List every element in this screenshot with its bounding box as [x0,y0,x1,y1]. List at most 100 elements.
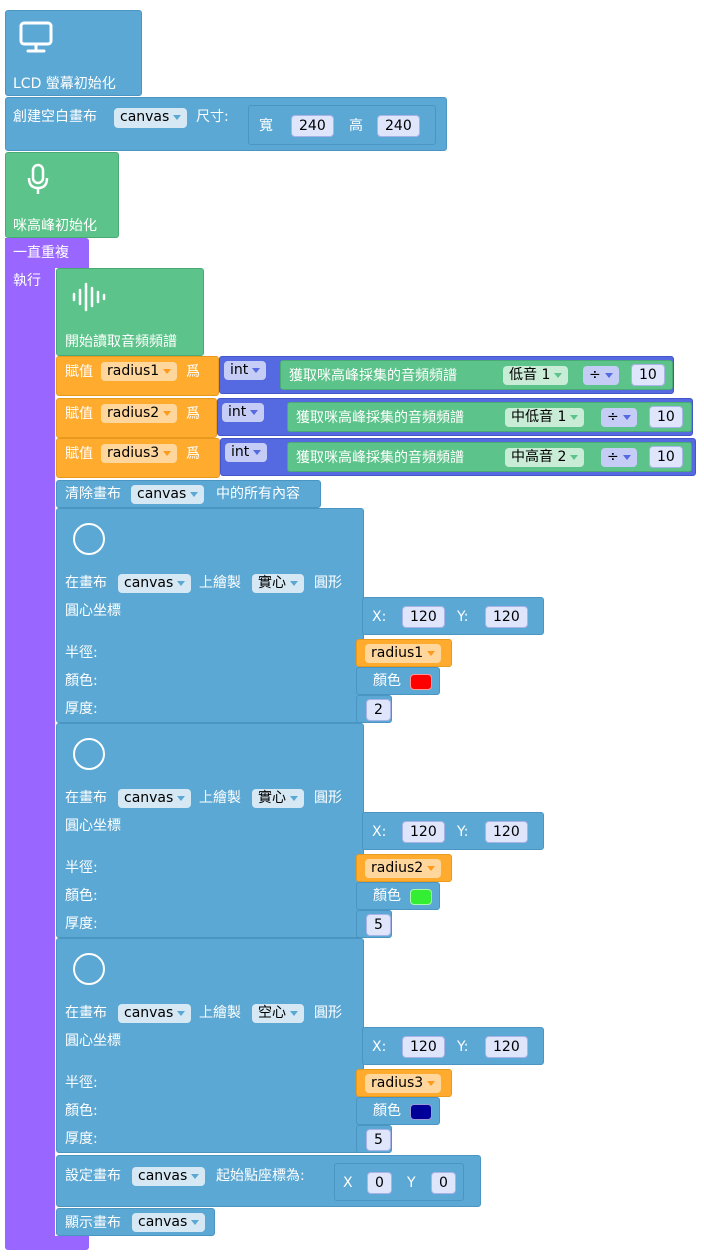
spectrum-func-block[interactable]: 獲取咪高峰採集的音頻頻譜 中低音 1 ÷ 10 [287,402,692,432]
radius-variable-value: radius1 [371,645,424,661]
int-type-dropdown[interactable]: int [222,403,265,422]
center-coord-block[interactable]: X: 120 Y: 120 [362,1027,544,1065]
assign-block[interactable]: 賦值 radius3 爲 [56,438,220,478]
divisor-input[interactable]: 10 [649,446,683,468]
color-word: 顏色 [373,673,401,689]
fill-mode-dropdown[interactable]: 實心 [252,574,304,593]
color-word: 顏色 [373,1103,401,1119]
assign-variable-value: radius3 [107,445,160,461]
width-input[interactable]: 240 [291,115,334,137]
spectrum-func-block[interactable]: 獲取咪高峰採集的音頻頻譜 中高音 2 ÷ 10 [287,442,692,472]
draw-circle-canvas-dropdown[interactable]: canvas [118,574,192,593]
int-type-dropdown[interactable]: int [224,361,267,380]
color-block[interactable]: 顏色 [356,1097,440,1125]
draw-circle-canvas-dropdown[interactable]: canvas [118,789,192,808]
center-x-input[interactable]: 120 [402,821,445,843]
thickness-label: 厚度: [65,1131,98,1147]
thickness-block[interactable]: 2 [356,695,392,723]
set-origin-block[interactable]: 設定畫布 canvas 起始點座標為: X 0 Y 0 [56,1155,481,1207]
microphone-icon [27,163,49,194]
color-block[interactable]: 顏色 [356,882,440,910]
divisor-input[interactable]: 10 [649,406,683,428]
create-canvas-block[interactable]: 創建空白畫布 canvas 尺寸: 寬 240 高 240 [5,97,447,151]
set-origin-canvas-value: canvas [138,1168,188,1184]
width-label: 寬 [259,118,273,134]
lcd-init-block[interactable]: LCD 螢幕初始化 [5,10,142,96]
divisor-input[interactable]: 10 [631,364,665,386]
center-y-label: Y: [457,824,469,840]
show-canvas-block[interactable]: 顯示畫布 canvas [56,1208,215,1236]
assign-as-label: 爲 [186,446,200,462]
center-coord-block[interactable]: X: 120 Y: 120 [362,812,544,850]
thickness-block[interactable]: 5 [356,1125,392,1153]
band-dropdown[interactable]: 中高音 2 [505,448,585,467]
lcd-init-label: LCD 螢幕初始化 [13,76,116,92]
center-x-label: X: [372,824,387,840]
fill-mode-dropdown[interactable]: 空心 [252,1004,304,1023]
clear-canvas-dropdown[interactable]: canvas [131,485,205,504]
assign-prefix: 賦值 [65,364,93,380]
center-y-input[interactable]: 120 [485,606,528,628]
center-coord-block[interactable]: X: 120 Y: 120 [362,597,544,635]
set-origin-canvas-dropdown[interactable]: canvas [132,1167,206,1186]
canvas-dropdown[interactable]: canvas [114,108,188,128]
band-dropdown[interactable]: 中低音 1 [505,408,585,427]
color-block[interactable]: 顏色 [356,667,440,695]
draw-circle-block[interactable]: 在畫布 canvas 上繪製 空心 圓形 圓心坐標 半徑: 顏色: 厚度: [56,938,364,1153]
radius-variable-dropdown[interactable]: radius1 [365,644,442,663]
origin-x-input[interactable]: 0 [367,1172,392,1194]
mic-init-block[interactable]: 咪高峰初始化 [5,152,119,238]
assign-variable-dropdown[interactable]: radius3 [101,444,178,463]
mic-init-label: 咪高峰初始化 [13,218,97,234]
assign-block[interactable]: 賦值 radius2 爲 [56,398,217,438]
clear-canvas-block[interactable]: 清除畫布 canvas 中的所有內容 [56,480,321,508]
origin-y-input[interactable]: 0 [431,1172,456,1194]
start-read-label: 開始讀取音頻頻譜 [65,334,177,350]
clear-canvas-dropdown-value: canvas [137,486,187,502]
draw-circle-block[interactable]: 在畫布 canvas 上繪製 實心 圓形 圓心坐標 半徑: 顏色: 厚度: [56,723,364,938]
thickness-input[interactable]: 2 [366,699,391,721]
draw-circle-canvas-dropdown[interactable]: canvas [118,1004,192,1023]
center-x-input[interactable]: 120 [402,1036,445,1058]
radius-variable-dropdown[interactable]: radius3 [365,1074,442,1093]
radius-variable-block[interactable]: radius3 [356,1069,452,1097]
spectrum-func-block[interactable]: 獲取咪高峰採集的音頻頻譜 低音 1 ÷ 10 [280,360,673,390]
spectrum-func-label: 獲取咪高峰採集的音頻頻譜 [289,368,457,384]
start-read-block[interactable]: 開始讀取音頻頻譜 [56,268,204,356]
center-x-input[interactable]: 120 [402,606,445,628]
assign-variable-dropdown[interactable]: radius1 [101,362,178,381]
thickness-input[interactable]: 5 [366,1129,391,1151]
height-input[interactable]: 240 [377,115,420,137]
show-canvas-dropdown[interactable]: canvas [132,1213,206,1232]
center-y-input[interactable]: 120 [485,1036,528,1058]
thickness-block[interactable]: 5 [356,910,392,938]
size-value-block[interactable]: 寬 240 高 240 [248,105,436,145]
forever-loop-foot [5,1236,89,1250]
center-label: 圓心坐標 [65,603,121,619]
draw-circle-block[interactable]: 在畫布 canvas 上繪製 實心 圓形 圓心坐標 半徑: 顏色: 厚度: [56,508,364,723]
operator-dropdown[interactable]: ÷ [601,448,637,467]
origin-coord-block[interactable]: X 0 Y 0 [334,1163,464,1201]
band-dropdown[interactable]: 低音 1 [503,366,569,385]
radius-variable-block[interactable]: radius1 [356,639,452,667]
draw-circle-prefix: 在畫布 [65,790,107,806]
color-swatch[interactable] [410,889,432,905]
radius-variable-block[interactable]: radius2 [356,854,452,882]
spectrum-func-label: 獲取咪高峰採集的音頻頻譜 [296,450,464,466]
color-swatch[interactable] [410,674,432,690]
thickness-input[interactable]: 5 [366,914,391,936]
assign-block[interactable]: 賦值 radius1 爲 [56,356,219,396]
int-type-dropdown[interactable]: int [225,443,268,462]
color-swatch[interactable] [410,1104,432,1120]
assign-variable-dropdown[interactable]: radius2 [101,404,178,423]
draw-circle-mid: 上繪製 [199,575,241,591]
operator-dropdown[interactable]: ÷ [583,366,619,385]
assign-prefix: 賦值 [65,406,93,422]
radius-label: 半徑: [65,860,98,876]
do-label: 執行 [13,273,41,289]
operator-dropdown[interactable]: ÷ [601,408,637,427]
assign-variable-value: radius1 [107,363,160,379]
fill-mode-dropdown[interactable]: 實心 [252,789,304,808]
center-y-input[interactable]: 120 [485,821,528,843]
radius-variable-dropdown[interactable]: radius2 [365,859,442,878]
